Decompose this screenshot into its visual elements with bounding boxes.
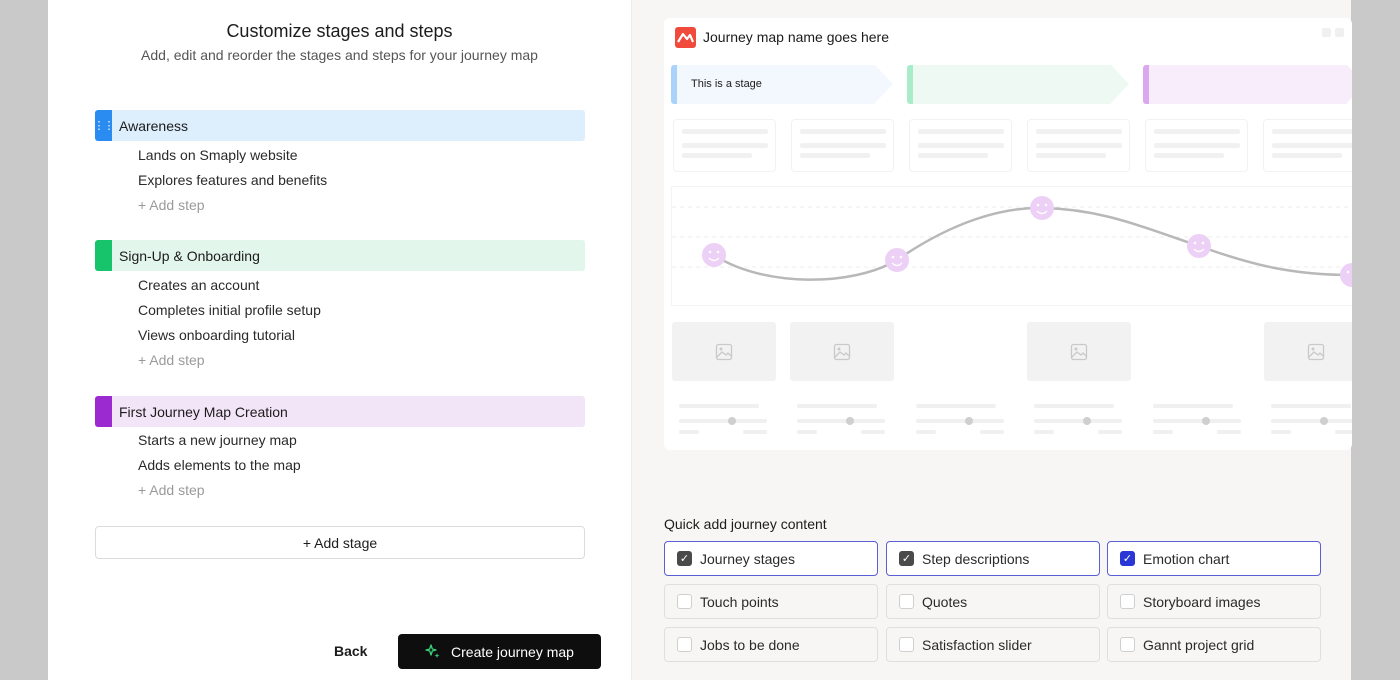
step-item[interactable]: Creates an account (138, 277, 259, 293)
checkbox-icon[interactable] (677, 594, 692, 609)
smaply-logo-icon (675, 27, 696, 48)
step-item[interactable]: Views onboarding tutorial (138, 327, 295, 343)
page-subtitle: Add, edit and reorder the stages and ste… (141, 47, 538, 63)
page-title: Customize stages and steps (226, 21, 453, 41)
preview-step-card (1263, 119, 1352, 172)
preview-panel: Journey map name goes here This is a sta… (631, 0, 1352, 680)
checkbox-icon[interactable] (899, 594, 914, 609)
option-label: Storyboard images (1143, 593, 1261, 610)
smiley-icon (1030, 196, 1054, 220)
add-step-button[interactable]: + Add step (138, 197, 205, 213)
option-quotes[interactable]: Quotes (886, 584, 1100, 619)
create-button-label: Create journey map (451, 643, 574, 660)
stage-name[interactable]: First Journey Map Creation (119, 404, 288, 420)
image-placeholder-icon (1027, 322, 1131, 381)
option-label: Gannt project grid (1143, 636, 1255, 653)
preview-step-card (673, 119, 776, 172)
preview-stage-label: This is a stage (691, 78, 762, 90)
preview-step-card (1145, 119, 1248, 172)
add-step-button[interactable]: + Add step (138, 352, 205, 368)
checkbox-icon[interactable] (677, 637, 692, 652)
preview-satisfaction-slider (679, 404, 767, 436)
preview-toolbar-icons (1322, 28, 1344, 37)
step-item[interactable]: Lands on Smaply website (138, 147, 298, 163)
checkbox-icon[interactable] (1120, 637, 1135, 652)
preview-satisfaction-slider (1034, 404, 1122, 436)
preview-satisfaction-slider (1153, 404, 1241, 436)
option-gannt-project-grid[interactable]: Gannt project grid (1107, 627, 1321, 662)
drag-handle-icon[interactable] (95, 396, 112, 427)
option-label: Touch points (700, 593, 779, 610)
preview-stage-3 (1143, 65, 1352, 104)
option-satisfaction-slider[interactable]: Satisfaction slider (886, 627, 1100, 662)
option-label: Step descriptions (922, 550, 1030, 567)
preview-satisfaction-slider (916, 404, 1004, 436)
option-label: Emotion chart (1143, 550, 1230, 567)
stage-row-first-map[interactable]: First Journey Map Creation (95, 396, 585, 427)
option-step-descriptions[interactable]: ✓ Step descriptions (886, 541, 1100, 576)
checkbox-checked-icon[interactable]: ✓ (1120, 551, 1135, 566)
preview-step-card (909, 119, 1012, 172)
smiley-icon (1187, 234, 1211, 258)
drag-handle-icon[interactable] (95, 240, 112, 271)
preview-satisfaction-slider (1271, 404, 1352, 436)
step-item[interactable]: Explores features and benefits (138, 172, 327, 188)
stage-name[interactable]: Awareness (119, 118, 188, 134)
checkbox-checked-icon[interactable]: ✓ (899, 551, 914, 566)
preview-satisfaction-slider (797, 404, 885, 436)
option-label: Jobs to be done (700, 636, 800, 653)
smiley-icon (1340, 263, 1352, 287)
checkbox-icon[interactable] (1120, 594, 1135, 609)
option-touch-points[interactable]: Touch points (664, 584, 878, 619)
option-label: Journey stages (700, 550, 795, 567)
drag-handle-icon[interactable]: ⋮⋮ (94, 110, 115, 141)
create-journey-map-button[interactable]: Create journey map (398, 634, 601, 669)
option-emotion-chart[interactable]: ✓ Emotion chart (1107, 541, 1321, 576)
stage-row-signup[interactable]: Sign-Up & Onboarding (95, 240, 585, 271)
step-item[interactable]: Adds elements to the map (138, 457, 301, 473)
option-journey-stages[interactable]: ✓ Journey stages (664, 541, 878, 576)
add-step-button[interactable]: + Add step (138, 482, 205, 498)
image-placeholder-icon (1264, 322, 1352, 381)
back-button[interactable]: Back (334, 643, 367, 659)
preview-map-title: Journey map name goes here (703, 29, 889, 45)
image-placeholder-icon (790, 322, 894, 381)
step-item[interactable]: Completes initial profile setup (138, 302, 321, 318)
preview-stage-2 (907, 65, 1129, 104)
option-label: Quotes (922, 593, 968, 610)
sparkle-icon (425, 643, 440, 658)
checkbox-checked-icon[interactable]: ✓ (677, 551, 692, 566)
preview-step-card (791, 119, 894, 172)
option-jobs-to-be-done[interactable]: Jobs to be done (664, 627, 878, 662)
smiley-icon (885, 248, 909, 272)
option-label: Satisfaction slider (922, 636, 1032, 653)
stage-name[interactable]: Sign-Up & Onboarding (119, 248, 260, 264)
add-stage-button[interactable]: + Add stage (95, 526, 585, 559)
image-placeholder-icon (672, 322, 776, 381)
preview-stage-1: This is a stage (671, 65, 893, 104)
stages-editor-panel: Customize stages and steps Add, edit and… (48, 0, 631, 680)
checkbox-icon[interactable] (899, 637, 914, 652)
preview-emotion-chart (671, 186, 1352, 306)
journey-map-preview: Journey map name goes here This is a sta… (664, 18, 1352, 450)
stage-row-awareness[interactable]: ⋮⋮ Awareness (94, 110, 585, 141)
option-storyboard-images[interactable]: Storyboard images (1107, 584, 1321, 619)
step-item[interactable]: Starts a new journey map (138, 432, 297, 448)
smiley-icon (702, 243, 726, 267)
quick-add-title: Quick add journey content (664, 516, 827, 532)
preview-step-card (1027, 119, 1130, 172)
